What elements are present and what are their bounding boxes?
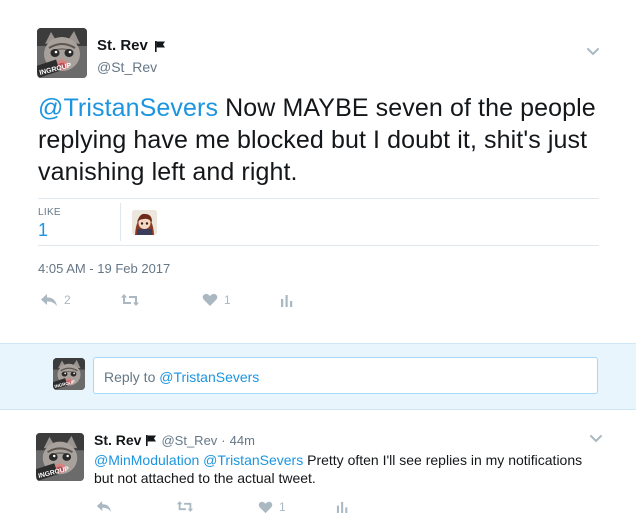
reply-button[interactable]: 2 [40, 293, 71, 307]
reply-tweet-text: @MinModulation @TristanSevers Pretty oft… [94, 451, 599, 487]
reply-input[interactable]: Reply to @TristanSevers [93, 357, 598, 394]
flag-icon [146, 435, 157, 446]
tweet-timestamp[interactable]: 4:05 AM - 19 Feb 2017 [38, 261, 170, 276]
reply-tweet-header: St. Rev @St_Rev · 44m [94, 432, 255, 448]
reply-input-mention: @TristanSevers [159, 369, 260, 385]
reply-author-name[interactable]: St. Rev [94, 432, 141, 448]
likes-label: LIKE [38, 207, 61, 218]
retweet-icon [121, 294, 139, 306]
like-count: 1 [224, 293, 231, 307]
flag-icon [154, 40, 165, 52]
retweet-icon [176, 501, 194, 512]
retweet-button[interactable] [120, 293, 146, 307]
chevron-down-icon[interactable] [586, 47, 600, 57]
author-name-text[interactable]: St. Rev [97, 37, 148, 54]
reply-tweet-like-count: 1 [279, 500, 286, 514]
reply-time[interactable]: 44m [230, 433, 255, 448]
reply-tweet-reply-button[interactable] [96, 500, 112, 513]
like-button[interactable]: 1 [202, 293, 231, 307]
liker-avatar[interactable] [132, 210, 157, 235]
reply-input-prefix: Reply to [104, 369, 160, 385]
stats-separator [120, 203, 121, 241]
tweet-text: @TristanSevers Now MAYBE seven of the pe… [38, 92, 608, 188]
reply-mention-2[interactable]: @TristanSevers [203, 452, 303, 468]
analytics-icon [281, 295, 293, 307]
stats-top-divider [38, 198, 599, 199]
stats-bottom-divider [38, 245, 599, 246]
reply-tweet-like-button[interactable]: 1 [258, 500, 286, 514]
reply-icon [96, 501, 112, 512]
chevron-down-icon[interactable] [589, 434, 603, 444]
author-avatar[interactable]: INGROUP [37, 28, 87, 78]
reply-tweet-retweet-button[interactable] [176, 500, 194, 513]
tweet-mention[interactable]: @TristanSevers [38, 94, 218, 122]
reply-count: 2 [64, 293, 71, 307]
reply-tweet-analytics-button[interactable] [336, 500, 349, 513]
author-name[interactable]: St. Rev [97, 37, 166, 54]
analytics-icon [336, 501, 348, 513]
composer-avatar: INGROUP [53, 358, 85, 390]
heart-icon [202, 293, 218, 306]
reply-mention-1[interactable]: @MinModulation [94, 452, 199, 468]
likes-count[interactable]: 1 [38, 220, 48, 241]
heart-icon [258, 501, 273, 513]
reply-author-handle[interactable]: @St_Rev [161, 433, 217, 448]
reply-author-avatar[interactable]: INGROUP [36, 433, 84, 481]
author-handle[interactable]: @St_Rev [97, 59, 157, 75]
reply-icon [41, 294, 57, 306]
analytics-button[interactable] [280, 293, 294, 307]
reply-separator: · [221, 432, 226, 448]
